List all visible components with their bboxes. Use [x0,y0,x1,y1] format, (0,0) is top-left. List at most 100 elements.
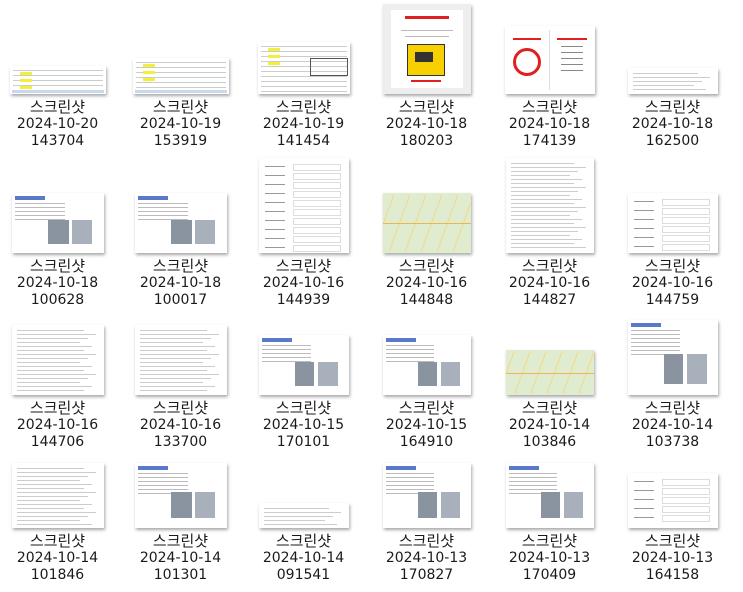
file-name-date: 2024-10-16 [631,275,714,291]
file-name-name: 스크린샷 [152,98,209,116]
thumb-detail [261,353,311,354]
file-name-name: 스크린샷 [152,532,209,550]
thumb-detail [633,246,654,247]
thumb-detail [382,223,471,224]
thumb-detail [292,245,341,252]
file-name-time: 143704 [30,133,85,149]
thumb-detail [264,211,285,212]
file-name-date: 2024-10-16 [508,275,591,291]
thumb-detail [16,508,84,509]
thumbnail-image [505,158,594,253]
thumbnail-image [11,325,104,395]
file-name-label: 스크린샷 2024-10-14 103846 [488,400,611,451]
thumb-detail [264,238,285,239]
thumb-detail [385,353,434,354]
thumb-detail [661,199,710,206]
thumb-detail [139,354,219,355]
file-name-date: 2024-10-14 [631,417,714,433]
thumb-detail [264,220,285,221]
thumb-detail [632,85,694,86]
thumb-detail [260,46,347,47]
thumb-detail [385,473,434,474]
thumbnail-image [257,42,350,94]
thumb-detail [633,508,654,509]
thumb-detail [630,346,680,347]
thumb-detail [264,175,285,176]
thumbnail-image [134,463,227,528]
thumbnail-image [258,503,349,528]
thumb-detail [48,220,69,244]
file-name-label: 스크린샷 2024-10-18 180203 [365,99,488,150]
thumb-detail [137,466,168,470]
file-name-time: 103846 [522,434,577,450]
thumb-detail [510,239,582,240]
thumb-detail [661,488,710,495]
thumb-detail [139,334,219,335]
file-name-date: 2024-10-16 [139,417,222,433]
thumb-detail [139,370,207,371]
file-name-date: 2024-10-16 [385,275,468,291]
thumb-detail [19,72,32,75]
thumb-detail [630,338,680,339]
thumb-detail [139,386,215,387]
thumb-detail [16,354,96,355]
file-name-label: 스크린샷 2024-10-18 162500 [611,99,734,150]
file-name-label: 스크린샷 2024-10-16 144759 [611,258,734,309]
thumb-detail [510,195,570,196]
thumb-detail [560,70,583,71]
file-name-label: 스크린샷 2024-10-14 103738 [611,400,734,451]
thumb-detail [16,358,88,359]
file-name-name: 스크린샷 [275,532,332,550]
file-name-date: 2024-10-13 [385,550,468,566]
thumb-detail [264,166,285,167]
thumb-detail [264,184,285,185]
thumbnail-image [258,335,349,395]
thumb-detail [508,485,557,486]
file-name-date: 2024-10-18 [508,116,591,132]
thumb-detail [632,89,706,90]
thumb-detail [510,223,574,224]
thumb-detail [633,517,654,518]
thumb-detail [292,209,341,216]
file-name-label: 스크린샷 2024-10-16 144827 [488,258,611,309]
thumb-detail [137,211,189,212]
thumb-detail [512,38,541,40]
thumb-detail [16,362,80,363]
file-name-time: 174139 [522,133,577,149]
file-name-name: 스크린샷 [275,399,332,417]
thumbnail-image [627,473,718,528]
thumb-detail [260,86,347,87]
thumb-detail [12,70,103,71]
thumb-detail [385,466,416,470]
thumb-detail [137,203,189,204]
thumb-detail [139,346,215,347]
thumb-detail [661,208,710,215]
file-name-name: 스크린샷 [152,399,209,417]
file-name-label: 스크린샷 2024-10-16 133700 [119,400,242,451]
file-name-name: 스크린샷 [398,532,455,550]
thumb-detail [510,203,574,204]
thumb-detail [548,30,550,90]
file-name-label: 스크린샷 2024-10-19 153919 [119,99,242,150]
thumbnail-image [9,66,106,94]
file-name-name: 스크린샷 [398,98,455,116]
thumb-detail [260,76,347,77]
thumb-detail [137,473,189,474]
file-name-date: 2024-10-13 [631,550,714,566]
thumb-detail [261,357,311,358]
thumb-detail [630,342,680,343]
thumb-detail [16,338,88,339]
thumb-detail [510,215,570,216]
thumb-detail [510,183,574,184]
thumb-detail [16,334,96,335]
thumb-detail [508,477,557,478]
thumb-detail [661,479,710,486]
thumb-detail [563,492,583,519]
thumb-detail [137,196,168,200]
thumb-detail [139,390,207,391]
thumb-detail [12,75,103,76]
file-name-time: 144848 [399,292,454,308]
thumb-detail [263,516,333,517]
thumb-detail [135,82,226,83]
thumb-detail [14,203,66,204]
